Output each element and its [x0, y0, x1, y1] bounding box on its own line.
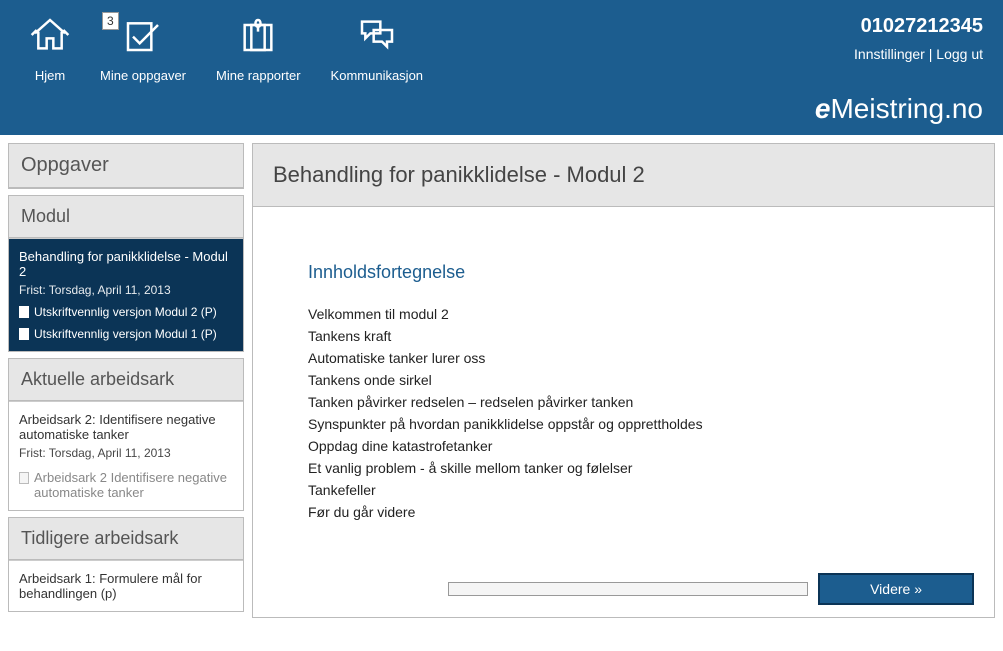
- toc-item[interactable]: Oppdag dine katastrofetanker: [308, 435, 939, 457]
- worksheet-doc-link[interactable]: Arbeidsark 2 Identifisere negative autom…: [19, 470, 233, 500]
- tasks-badge: 3: [102, 12, 119, 30]
- page-body: Oppgaver Modul Behandling for panikklide…: [0, 135, 1003, 626]
- nav-reports[interactable]: Mine rapporter: [206, 15, 311, 125]
- main-content: Innholdsfortegnelse Velkommen til modul …: [253, 207, 994, 561]
- document-icon: [19, 472, 29, 484]
- tasks-title: Oppgaver: [9, 144, 243, 188]
- main-title-bar: Behandling for panikklidelse - Modul 2: [253, 144, 994, 207]
- nav-label: Mine oppgaver: [100, 68, 186, 83]
- toc-item[interactable]: Tankens onde sirkel: [308, 369, 939, 391]
- header-links: Innstillinger | Logg ut: [815, 46, 983, 62]
- nav-label: Hjem: [30, 68, 70, 83]
- module-title: Modul: [9, 196, 243, 238]
- toc-item[interactable]: Et vanlig problem - å skille mellom tank…: [308, 457, 939, 479]
- nav-label: Kommunikasjon: [331, 68, 424, 83]
- sidebar: Oppgaver Modul Behandling for panikklide…: [8, 143, 244, 618]
- document-icon: [19, 306, 29, 318]
- reports-icon: [238, 15, 278, 55]
- worksheet-item[interactable]: Arbeidsark 2: Identifisere negative auto…: [9, 401, 243, 510]
- progress-bar: [448, 582, 808, 596]
- nav-home[interactable]: Hjem: [20, 15, 80, 125]
- toc-item[interactable]: Tankefeller: [308, 479, 939, 501]
- user-id: 01027212345: [815, 15, 983, 38]
- home-icon: [30, 15, 70, 55]
- item-title: Arbeidsark 1: Formulere mål for behandli…: [19, 571, 233, 601]
- print-link-2[interactable]: Utskriftvennlig versjon Modul 1 (P): [19, 327, 233, 341]
- toc-heading: Innholdsfortegnelse: [308, 262, 939, 283]
- print-link-1[interactable]: Utskriftvennlig versjon Modul 2 (P): [19, 305, 233, 319]
- nav-icons: Hjem 3 Mine oppgaver Mine rapporter Komm…: [20, 15, 433, 125]
- item-deadline: Frist: Torsdag, April 11, 2013: [19, 283, 233, 297]
- brand: eMeistring.no: [815, 93, 983, 125]
- toc-item[interactable]: Velkommen til modul 2: [308, 303, 939, 325]
- logout-link[interactable]: Logg ut: [936, 46, 983, 62]
- worksheet-item[interactable]: Arbeidsark 1: Formulere mål for behandli…: [9, 560, 243, 611]
- current-worksheets-title: Aktuelle arbeidsark: [9, 359, 243, 401]
- module-item-active[interactable]: Behandling for panikklidelse - Modul 2 F…: [9, 238, 243, 351]
- current-worksheets-box: Aktuelle arbeidsark Arbeidsark 2: Identi…: [8, 358, 244, 511]
- toc-item[interactable]: Før du går videre: [308, 501, 939, 523]
- toc-item[interactable]: Tanken påvirker redselen – redselen påvi…: [308, 391, 939, 413]
- item-title: Behandling for panikklidelse - Modul 2: [19, 249, 233, 279]
- item-deadline: Frist: Torsdag, April 11, 2013: [19, 446, 233, 460]
- chat-icon: [357, 15, 397, 55]
- main-panel: Behandling for panikklidelse - Modul 2 I…: [252, 143, 995, 618]
- previous-worksheets-box: Tidligere arbeidsark Arbeidsark 1: Formu…: [8, 517, 244, 612]
- item-title: Arbeidsark 2: Identifisere negative auto…: [19, 412, 233, 442]
- tasks-box: Oppgaver: [8, 143, 244, 189]
- main-footer: Videre »: [253, 561, 994, 617]
- header-right: 01027212345 Innstillinger | Logg ut eMei…: [815, 15, 983, 125]
- page-title: Behandling for panikklidelse - Modul 2: [273, 162, 974, 188]
- toc-item[interactable]: Automatiske tanker lurer oss: [308, 347, 939, 369]
- header: Hjem 3 Mine oppgaver Mine rapporter Komm…: [0, 0, 1003, 135]
- toc-list: Velkommen til modul 2 Tankens kraft Auto…: [308, 303, 939, 523]
- module-box: Modul Behandling for panikklidelse - Mod…: [8, 195, 244, 352]
- nav-communication[interactable]: Kommunikasjon: [321, 15, 434, 125]
- nav-tasks[interactable]: 3 Mine oppgaver: [90, 15, 196, 125]
- next-button[interactable]: Videre »: [818, 573, 974, 605]
- checklist-icon: [123, 15, 163, 55]
- toc-item[interactable]: Tankens kraft: [308, 325, 939, 347]
- nav-label: Mine rapporter: [216, 68, 301, 83]
- previous-worksheets-title: Tidligere arbeidsark: [9, 518, 243, 560]
- document-icon: [19, 328, 29, 340]
- settings-link[interactable]: Innstillinger: [854, 46, 925, 62]
- toc-item[interactable]: Synspunkter på hvordan panikklidelse opp…: [308, 413, 939, 435]
